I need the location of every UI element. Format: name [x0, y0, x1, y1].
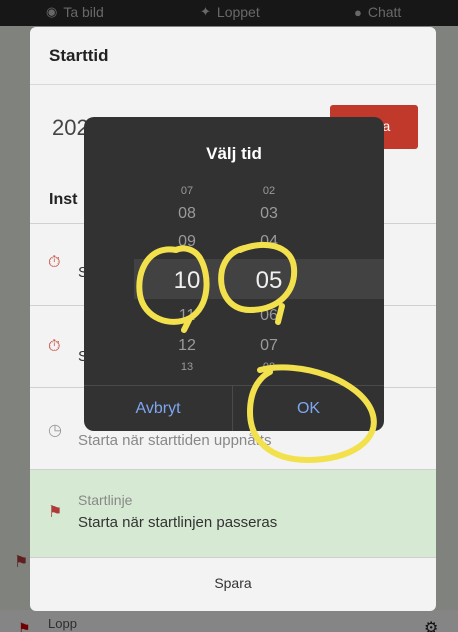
- cancel-button-label: Avbryt: [135, 400, 181, 417]
- stopwatch-icon: ⏱: [48, 338, 61, 355]
- minute-value: 07: [260, 337, 278, 354]
- save-button-label: Spara: [214, 575, 252, 591]
- option-subtitle: Starta när starttiden uppnåtts: [78, 432, 272, 449]
- minute-value: 02: [262, 185, 276, 197]
- checkered-flag-icon: ⚑: [48, 504, 63, 521]
- hour-value: 08: [178, 205, 196, 222]
- hour-value: 09: [178, 233, 196, 250]
- save-button[interactable]: Spara: [30, 557, 436, 611]
- picker-title: Välj tid: [206, 144, 262, 163]
- minute-value: 03: [260, 205, 278, 222]
- cancel-button[interactable]: Avbryt: [84, 386, 233, 431]
- selected-hour: 10: [173, 267, 201, 294]
- option-item-startlinje[interactable]: ⚑ Startlinje Starta när startlinjen pass…: [30, 469, 436, 557]
- clock-icon: ◷: [48, 422, 62, 439]
- sheet-title: Starttid: [30, 27, 436, 85]
- hour-value: 13: [180, 361, 194, 373]
- section-title: Inst: [49, 191, 78, 208]
- hour-value: 12: [178, 337, 196, 354]
- hour-value: 11: [178, 307, 196, 324]
- minute-value: 04: [260, 233, 278, 250]
- minute-value: 06: [260, 307, 278, 324]
- minute-value: 08: [262, 361, 276, 373]
- ok-button[interactable]: OK: [234, 386, 383, 431]
- picker-actions: Avbryt OK: [84, 385, 384, 431]
- time-picker-dialog: Välj tid 07 08 09 10 11 12 13 02 03 04 0…: [84, 117, 384, 431]
- hour-value: 07: [180, 185, 194, 197]
- option-subtitle: Starta när startlinjen passeras: [78, 514, 278, 531]
- stopwatch-icon: ⏱: [48, 254, 61, 271]
- hour-wheel[interactable]: 07 08 09 10 11 12 13: [157, 183, 217, 383]
- minute-wheel[interactable]: 02 03 04 05 06 07 08: [239, 183, 299, 383]
- selected-minute: 05: [255, 267, 283, 294]
- option-title: Startlinje: [78, 492, 133, 508]
- ok-button-label: OK: [296, 400, 321, 417]
